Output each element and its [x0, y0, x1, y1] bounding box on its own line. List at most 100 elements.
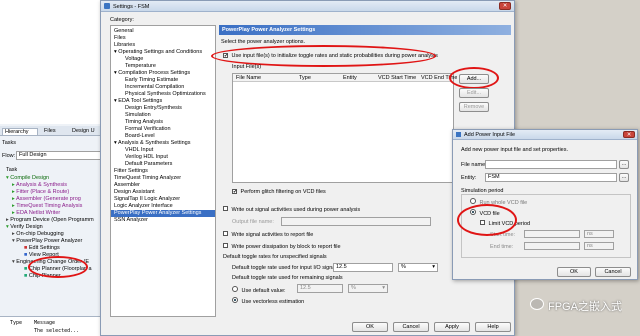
dialog-description: Add new power input file and set propert…: [461, 147, 569, 153]
category-item[interactable]: Logic Analyzer Interface: [111, 203, 215, 210]
browse-button[interactable]: ...: [619, 160, 629, 169]
close-icon[interactable]: ✕: [499, 2, 511, 10]
task-item[interactable]: ▸ Analysis & Synthesis: [0, 182, 108, 189]
col-vcd-start[interactable]: VCD Start Time: [378, 75, 416, 81]
io-toggle-input[interactable]: 12.5: [333, 263, 393, 272]
task-item[interactable]: ▸ Fitter (Place & Route): [0, 189, 108, 196]
file-name-input[interactable]: [485, 160, 617, 169]
flow-select[interactable]: Full Design: [16, 151, 106, 160]
help-button[interactable]: Help: [475, 322, 511, 332]
end-time-input[interactable]: [524, 242, 580, 250]
task-item[interactable]: ▸ TimeQuest Timing Analysis: [0, 203, 108, 210]
category-item[interactable]: Files: [111, 35, 215, 42]
category-tree[interactable]: General Files Libraries ▾ Operating Sett…: [110, 25, 216, 317]
category-item[interactable]: Physical Synthesis Optimizations: [111, 91, 215, 98]
ok-button[interactable]: OK: [352, 322, 388, 332]
category-item[interactable]: General: [111, 28, 215, 35]
flow-value: Full Design: [19, 152, 47, 158]
start-time-input[interactable]: [524, 230, 580, 238]
console-line: The selected...: [34, 328, 80, 334]
category-item[interactable]: Simulation: [111, 112, 215, 119]
watermark: FPGA之嵌入式: [530, 296, 635, 314]
write-report-checkbox[interactable]: [223, 231, 228, 236]
category-item[interactable]: Fitter Settings: [111, 168, 215, 175]
run-whole-vcd-radio[interactable]: [470, 198, 476, 204]
use-vectorless-radio[interactable]: [232, 297, 238, 303]
category-item[interactable]: Design Assistant: [111, 189, 215, 196]
use-default-radio[interactable]: [232, 286, 238, 292]
task-item-edit-settings[interactable]: ■ Edit Settings: [0, 245, 108, 252]
panel-description: Select the power analyzer options.: [221, 39, 306, 45]
category-item[interactable]: Default Parameters: [111, 161, 215, 168]
vcd-file-highlight: [457, 204, 517, 236]
input-files-table[interactable]: File Name Type Entity VCD Start Time VCD…: [232, 73, 457, 183]
category-item[interactable]: Assembler: [111, 182, 215, 189]
dialog-close-icon[interactable]: ✕: [623, 131, 635, 138]
cancel-button[interactable]: Cancel: [393, 322, 429, 332]
output-file-input[interactable]: [281, 217, 431, 226]
task-item[interactable]: ▸ On-chip Debugging: [0, 231, 108, 238]
edit-file-button[interactable]: Edit...: [459, 88, 489, 98]
glitch-filter-checkbox[interactable]: [232, 189, 237, 194]
end-time-unit-select[interactable]: ns: [584, 242, 614, 250]
default-value-input[interactable]: 12.5: [297, 284, 343, 293]
console-type-header: Type: [10, 320, 23, 326]
category-item[interactable]: Temperature: [111, 63, 215, 70]
category-item[interactable]: Incremental Compilation: [111, 84, 215, 91]
use-vectorless-row[interactable]: Use vectorless estimation: [232, 297, 304, 305]
category-item[interactable]: Early Timing Estimate: [111, 77, 215, 84]
default-unit-select[interactable]: % ▾: [348, 284, 388, 293]
glitch-filter-row[interactable]: Perform glitch filtering on VCD files: [232, 189, 326, 195]
task-item[interactable]: ▸ Assembler (Generate prog: [0, 196, 108, 203]
category-item[interactable]: VHDL Input: [111, 147, 215, 154]
remove-file-button[interactable]: Remove: [459, 102, 489, 112]
category-item[interactable]: Timing Analysis: [111, 119, 215, 126]
write-dissipation-row[interactable]: Write power dissipation by block to repo…: [223, 243, 341, 250]
category-item[interactable]: SignalTap II Logic Analyzer: [111, 196, 215, 203]
category-item[interactable]: TimeQuest Timing Analyzer: [111, 175, 215, 182]
apply-button[interactable]: Apply: [434, 322, 470, 332]
tasks-label: Tasks: [2, 140, 17, 146]
task-item[interactable]: ▾ Compile Design: [0, 175, 108, 182]
task-item[interactable]: ▾ Verify Design: [0, 224, 108, 231]
project-tabs: Hierarchy Files Design U: [0, 126, 108, 136]
category-item-powerplay-selected[interactable]: PowerPlay Power Analyzer Settings: [111, 210, 215, 217]
category-item[interactable]: ▾ Operating Settings and Conditions: [111, 49, 215, 56]
col-file-name[interactable]: File Name: [236, 75, 261, 81]
category-item[interactable]: ▾ Analysis & Synthesis Settings: [111, 140, 215, 147]
add-button-highlight: [449, 67, 499, 89]
entity-label: Entity:: [461, 175, 477, 181]
start-time-unit-select[interactable]: ns: [584, 230, 614, 238]
tab-hierarchy[interactable]: Hierarchy: [2, 128, 38, 136]
category-item[interactable]: Formal Verification: [111, 126, 215, 133]
settings-title: Settings - FSM: [113, 4, 150, 10]
col-entity[interactable]: Entity: [343, 75, 357, 81]
write-report-row[interactable]: Write signal activities to report file: [223, 231, 313, 238]
entity-browse-button[interactable]: ...: [619, 173, 629, 182]
category-item[interactable]: ▾ Compilation Process Settings: [111, 70, 215, 77]
col-type[interactable]: Type: [299, 75, 311, 81]
category-item[interactable]: Voltage: [111, 56, 215, 63]
task-item[interactable]: ▸ EDA Netlist Writer: [0, 210, 108, 217]
task-item[interactable]: ▸ Program Device (Open Programm: [0, 217, 108, 224]
io-toggle-label: Default toggle rate used for input I/O s…: [232, 265, 341, 271]
category-item[interactable]: Design Entry/Synthesis: [111, 105, 215, 112]
use-default-value-row[interactable]: Use default value:: [232, 286, 286, 294]
dialog-ok-button[interactable]: OK: [557, 267, 591, 277]
dialog-title: Add Power Input File: [464, 132, 516, 138]
category-item[interactable]: SSN Analyzer: [111, 217, 215, 224]
write-activities-row[interactable]: Write out signal activities used during …: [223, 206, 360, 213]
file-name-label: File name:: [461, 162, 487, 168]
dialog-cancel-button[interactable]: Cancel: [595, 267, 631, 277]
io-toggle-unit-select[interactable]: % ▾: [398, 263, 438, 272]
category-item[interactable]: Libraries: [111, 42, 215, 49]
category-item[interactable]: Board-Level: [111, 133, 215, 140]
task-item[interactable]: ▾ PowerPlay Power Analyzer: [0, 238, 108, 245]
write-dissipation-checkbox[interactable]: [223, 243, 228, 248]
write-activities-checkbox[interactable]: [223, 206, 228, 211]
category-item[interactable]: Verilog HDL Input: [111, 154, 215, 161]
category-item[interactable]: ▾ EDA Tool Settings: [111, 98, 215, 105]
entity-input[interactable]: FSM: [485, 173, 617, 182]
tab-files[interactable]: Files: [44, 128, 66, 134]
end-time-label: End time:: [490, 244, 514, 250]
